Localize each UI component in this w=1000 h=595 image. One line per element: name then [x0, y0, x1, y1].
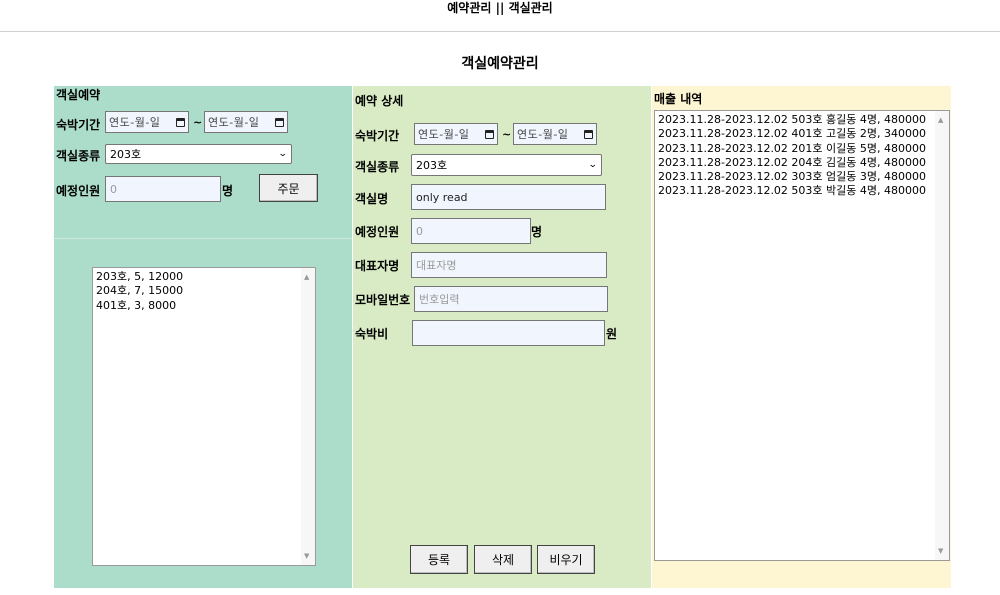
room-list-box[interactable]: 203호, 5, 12000 204호, 7, 15000 401호, 3, 800… [92, 267, 316, 566]
representative-placeholder: 대표자명 [416, 259, 457, 272]
panel-title: 매출 내역 [654, 92, 703, 106]
scroll-down-icon[interactable]: ▼ [938, 544, 943, 558]
date-placeholder: 연도-월-일 [517, 128, 569, 141]
calendar-icon[interactable] [275, 117, 284, 127]
list-item[interactable]: 401호, 3, 8000 [96, 299, 312, 313]
date-placeholder: 연도-월-일 [109, 116, 161, 129]
tilde: ~ [193, 116, 203, 129]
guests-label: 예정인원 [56, 184, 101, 198]
guests-input[interactable]: 0 [411, 218, 531, 244]
room-type-label: 객실종류 [355, 160, 400, 174]
stay-period-label: 숙박기간 [56, 118, 101, 132]
representative-input[interactable]: 대표자명 [411, 252, 607, 278]
fee-input[interactable] [412, 320, 605, 346]
nav-separator: || [495, 1, 505, 15]
room-type-label: 객실종류 [56, 149, 101, 163]
room-reservation-panel: 객실예약 숙박기간 연도-월-일 ~ 연도-월-일 객실종류 203호 ⌄ 예정… [54, 86, 352, 588]
calendar-icon[interactable] [584, 129, 593, 139]
guests-unit: 명 [222, 184, 234, 198]
chevron-down-icon: ⌄ [588, 160, 599, 170]
chevron-down-icon: ⌄ [278, 149, 289, 159]
scroll-down-icon[interactable]: ▼ [304, 549, 309, 563]
mobile-label: 모바일번호 [355, 293, 411, 307]
guests-placeholder: 0 [110, 182, 117, 196]
list-item[interactable]: 2023.11.28-2023.12.02 503호 홍길동 4명, 48000… [658, 113, 946, 127]
order-button[interactable]: 주문 [259, 174, 318, 202]
panel-title: 객실예약 [56, 88, 101, 102]
panel-title: 예약 상세 [355, 94, 404, 108]
page-title: 객실예약관리 [461, 56, 539, 72]
tilde: ~ [502, 128, 512, 141]
room-type-select[interactable]: 203호 ⌄ [105, 144, 292, 164]
room-name-label: 객실명 [355, 192, 389, 206]
nav-link-rooms[interactable]: 객실관리 [509, 0, 553, 17]
scrollbar[interactable]: ▲ ▼ [301, 268, 315, 565]
date-placeholder: 연도-월-일 [208, 116, 260, 129]
list-item[interactable]: 204호, 7, 15000 [96, 284, 312, 298]
guests-unit: 명 [531, 225, 543, 239]
clear-button[interactable]: 비우기 [537, 545, 595, 574]
guests-input[interactable]: 0 [105, 176, 221, 202]
list-item[interactable]: 2023.11.28-2023.12.02 303호 엄길동 3명, 48000… [658, 170, 946, 184]
list-item[interactable]: 2023.11.28-2023.12.02 201호 이길동 5명, 48000… [658, 142, 946, 156]
scroll-up-icon[interactable]: ▲ [304, 270, 309, 284]
calendar-icon[interactable] [176, 117, 185, 127]
sales-history-panel: 매출 내역 2023.11.28-2023.12.02 503호 홍길동 4명,… [652, 86, 951, 588]
calendar-icon[interactable] [485, 129, 494, 139]
check-in-date-input[interactable]: 연도-월-일 [414, 123, 498, 145]
nav-link-reservation[interactable]: 예약관리 [447, 0, 491, 17]
list-item[interactable]: 203호, 5, 12000 [96, 270, 312, 284]
sales-list-box[interactable]: 2023.11.28-2023.12.02 503호 홍길동 4명, 48000… [654, 110, 950, 561]
top-nav: 예약관리 || 객실관리 [0, 0, 1000, 32]
reservation-detail-panel: 예약 상세 숙박기간 연도-월-일 ~ 연도-월-일 객실종류 203호 ⌄ 객… [353, 86, 651, 588]
date-placeholder: 연도-월-일 [418, 128, 470, 141]
register-button[interactable]: 등록 [410, 545, 468, 574]
representative-label: 대표자명 [355, 259, 400, 273]
check-in-date-input[interactable]: 연도-월-일 [105, 111, 189, 133]
stay-period-label: 숙박기간 [355, 129, 400, 143]
sales-list: 2023.11.28-2023.12.02 503호 홍길동 4명, 48000… [658, 113, 946, 199]
guests-placeholder: 0 [416, 224, 423, 238]
fee-label: 숙박비 [355, 327, 389, 341]
scrollbar[interactable]: ▲ ▼ [935, 111, 949, 560]
scroll-up-icon[interactable]: ▲ [938, 113, 943, 127]
guests-label: 예정인원 [355, 225, 400, 239]
room-name-value: only read [416, 190, 468, 204]
list-item[interactable]: 2023.11.28-2023.12.02 401호 고길동 2명, 34000… [658, 127, 946, 141]
list-item[interactable]: 2023.11.28-2023.12.02 204호 김길동 4명, 48000… [658, 156, 946, 170]
mobile-placeholder: 번호입력 [419, 293, 460, 306]
delete-button[interactable]: 삭제 [474, 545, 532, 574]
divider [54, 238, 352, 239]
room-name-field[interactable]: only read [411, 184, 606, 210]
check-out-date-input[interactable]: 연도-월-일 [513, 123, 597, 145]
room-type-select[interactable]: 203호 ⌄ [411, 154, 602, 176]
mobile-input[interactable]: 번호입력 [414, 286, 608, 312]
fee-unit: 원 [606, 327, 618, 341]
room-type-value: 203호 [110, 148, 142, 161]
check-out-date-input[interactable]: 연도-월-일 [204, 111, 288, 133]
room-list: 203호, 5, 12000 204호, 7, 15000 401호, 3, 800… [96, 270, 312, 313]
list-item[interactable]: 2023.11.28-2023.12.02 503호 박길동 4명, 48000… [658, 184, 946, 198]
room-type-value: 203호 [416, 159, 448, 172]
